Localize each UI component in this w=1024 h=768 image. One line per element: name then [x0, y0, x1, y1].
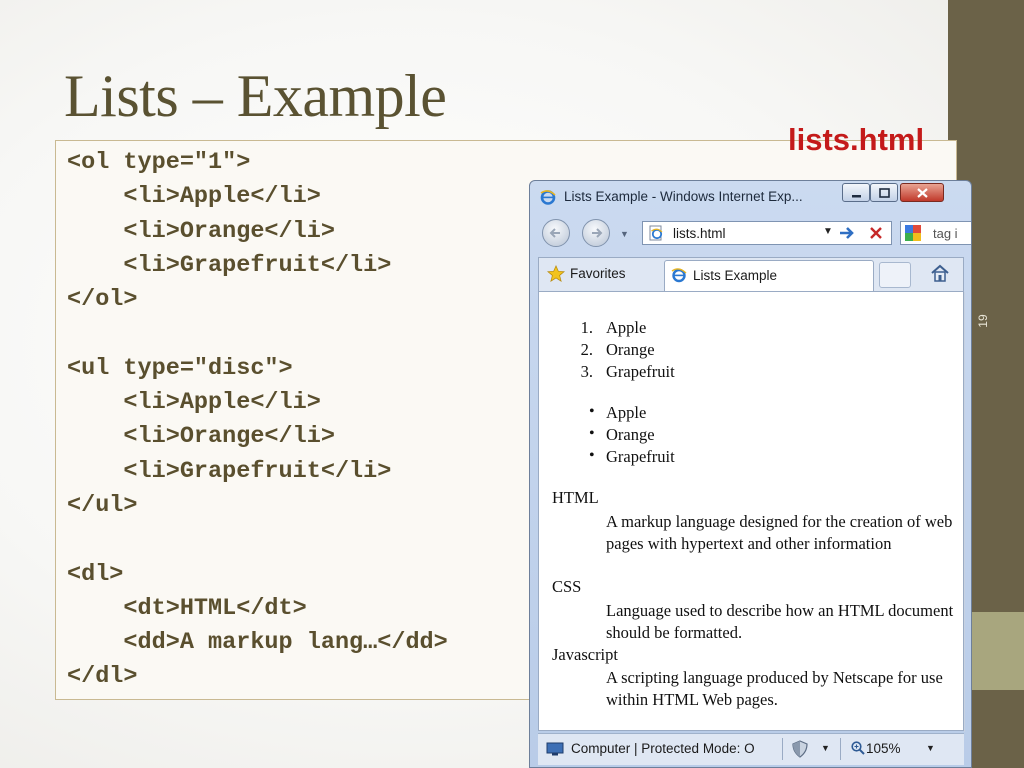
ie-logo-icon	[540, 190, 556, 205]
definition-description: Language used to describe how an HTML do…	[606, 601, 954, 643]
tab-label: Lists Example	[693, 268, 778, 283]
code-line: <li>Apple</li>	[67, 183, 321, 211]
code-line: <li>Apple</li>	[67, 389, 321, 417]
slide-number: 19	[976, 314, 990, 328]
star-icon	[547, 265, 565, 282]
maximize-icon	[879, 188, 890, 198]
zoom-dropdown-icon[interactable]: ▼	[926, 743, 935, 753]
definition-description: A markup language designed for the creat…	[606, 512, 953, 554]
list-marker: 3.	[580, 362, 593, 381]
go-arrow-icon[interactable]	[836, 224, 858, 242]
address-dropdown-icon[interactable]: ▼	[823, 226, 833, 237]
code-line: </dl>	[67, 663, 138, 691]
minimize-icon	[852, 195, 861, 198]
definition-description: A scripting language produced by Netscap…	[606, 668, 943, 710]
back-arrow-icon	[549, 228, 560, 238]
address-bar[interactable]: lists.html ▼	[642, 221, 892, 245]
title-bar[interactable]: Lists Example - Windows Internet Exp...	[530, 181, 971, 211]
list-item-text: Orange	[606, 340, 655, 359]
code-line: <ul type="disc">	[67, 354, 293, 382]
definition-term: Javascript	[552, 645, 618, 664]
magnifier-icon[interactable]	[850, 740, 866, 756]
list-bullet: •	[589, 425, 595, 442]
list-bullet: •	[589, 447, 595, 464]
code-line: <dt>HTML</dt>	[67, 594, 307, 622]
home-icon[interactable]	[929, 263, 951, 283]
stop-icon[interactable]	[865, 224, 887, 242]
search-text: tag i	[933, 226, 958, 241]
slide-title: Lists – Example	[64, 63, 447, 129]
code-line: <ol type="1">	[67, 149, 251, 176]
code-line: <dl>	[67, 560, 124, 588]
code-line: </ul>	[67, 491, 138, 519]
definition-term: CSS	[552, 577, 582, 596]
code-line: <dd>A markup lang…</dd>	[67, 629, 448, 657]
history-dropdown-icon[interactable]: ▼	[620, 229, 629, 239]
address-text: lists.html	[673, 226, 726, 241]
list-marker: 2.	[580, 340, 593, 359]
status-text: Computer | Protected Mode: O	[571, 741, 755, 756]
tab-lists-example[interactable]: Lists Example	[664, 260, 874, 292]
code-line: <li>Grapefruit</li>	[67, 251, 392, 279]
close-icon	[917, 188, 928, 198]
list-item-text: Apple	[606, 318, 647, 337]
search-box[interactable]: tag i	[900, 221, 971, 245]
zoom-level[interactable]: 105%	[866, 741, 901, 756]
back-button[interactable]	[542, 219, 570, 247]
tab-bar: Favorites Lists Example	[538, 257, 964, 292]
close-button[interactable]	[900, 183, 944, 202]
navigation-bar: ▼ lists.html ▼ tag i	[530, 215, 971, 253]
page-icon	[649, 225, 663, 241]
code-line: <li>Orange</li>	[67, 217, 335, 245]
computer-icon	[546, 742, 564, 756]
security-dropdown-icon[interactable]: ▼	[821, 743, 830, 753]
google-icon	[905, 225, 921, 241]
file-name-label: lists.html	[788, 122, 925, 157]
list-marker: 1.	[580, 318, 593, 337]
code-listing: <ol type="1"> <li>Apple</li> <li>Orange<…	[67, 146, 448, 695]
definition-term: HTML	[552, 488, 599, 507]
status-divider	[840, 738, 841, 760]
list-bullet: •	[589, 403, 595, 420]
code-line: <li>Grapefruit</li>	[67, 457, 392, 485]
window-title: Lists Example - Windows Internet Exp...	[564, 189, 803, 204]
ie-page-icon	[671, 268, 687, 283]
forward-arrow-icon	[592, 228, 603, 238]
code-line: <li>Orange</li>	[67, 423, 335, 451]
forward-button[interactable]	[582, 219, 610, 247]
shield-icon[interactable]	[790, 740, 810, 758]
list-item-text: Grapefruit	[606, 362, 675, 381]
list-item-text: Orange	[606, 425, 655, 444]
code-line: </ol>	[67, 286, 138, 314]
list-item-text: Apple	[606, 403, 647, 422]
favorites-button[interactable]: Favorites	[543, 262, 659, 286]
list-item-text: Grapefruit	[606, 447, 675, 466]
new-tab-button[interactable]	[879, 262, 911, 288]
maximize-button[interactable]	[870, 183, 898, 202]
status-divider	[782, 738, 783, 760]
browser-window: Lists Example - Windows Internet Exp... …	[529, 180, 972, 768]
favorites-label: Favorites	[570, 266, 626, 281]
minimize-button[interactable]	[842, 183, 870, 202]
content-edge	[964, 292, 965, 732]
page-content: 1. Apple 2. Orange 3. Grapefruit • Apple…	[538, 291, 965, 732]
status-bar: Computer | Protected Mode: O ▼ 105% ▼	[538, 733, 964, 765]
